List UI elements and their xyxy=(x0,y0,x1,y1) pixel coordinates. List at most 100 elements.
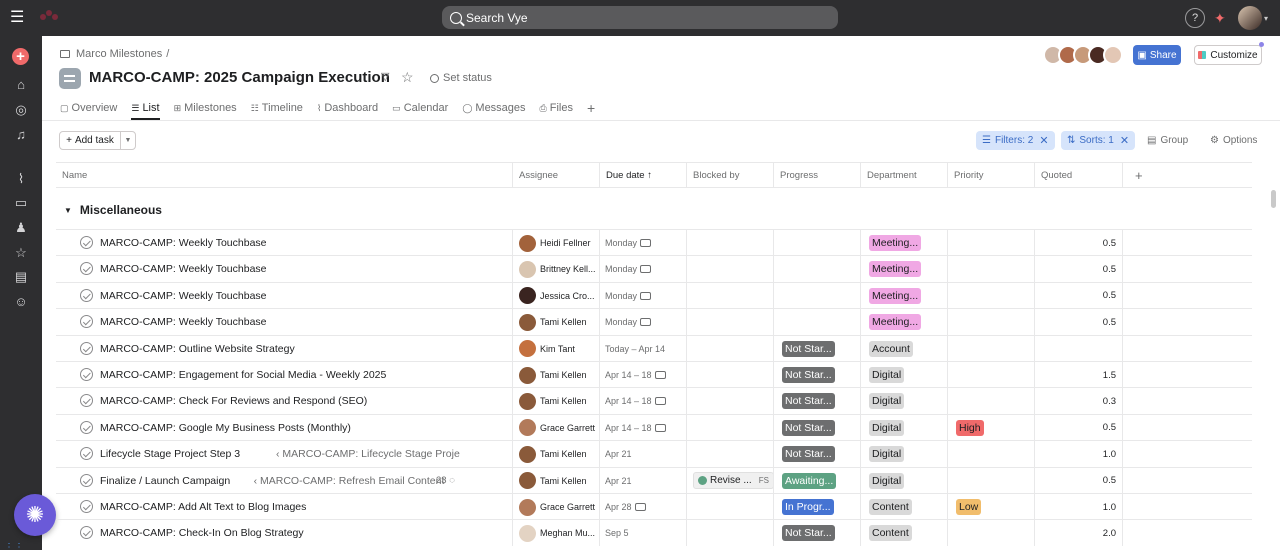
column-due-date[interactable]: Due date ↑ xyxy=(599,163,686,188)
progress-cell[interactable] xyxy=(773,282,860,309)
department-cell[interactable]: Meeting... xyxy=(860,282,947,309)
folder-icon[interactable]: ▭ xyxy=(13,195,29,211)
complete-task-checkbox-icon[interactable] xyxy=(80,341,93,355)
assignee-cell[interactable]: Heidi Fellner xyxy=(512,230,599,256)
priority-cell[interactable] xyxy=(947,388,1034,415)
progress-cell[interactable]: Not Star... xyxy=(773,441,860,468)
department-cell[interactable]: Meeting... xyxy=(860,309,947,336)
tab-calendar[interactable]: ▭ Calendar xyxy=(392,98,448,118)
blocking-task-chip[interactable]: Revise ... FS xyxy=(693,472,773,490)
priority-cell[interactable]: High xyxy=(947,414,1034,441)
tab-overview[interactable]: ▢ Overview xyxy=(60,98,117,118)
reporting-icon[interactable]: ⌇ xyxy=(13,171,29,187)
parent-task-link[interactable]: ‹ MARCO-CAMP: Lifecycle Stage Project St… xyxy=(276,441,460,467)
member-avatar[interactable] xyxy=(1103,45,1123,65)
share-button[interactable]: ▣ Share xyxy=(1133,45,1181,65)
priority-cell[interactable] xyxy=(947,467,1034,494)
close-icon[interactable]: ✕ xyxy=(1120,134,1129,147)
column-assignee[interactable]: Assignee xyxy=(512,163,599,188)
quoted-cell[interactable]: 0.3 xyxy=(1034,388,1122,415)
blocked-by-cell[interactable] xyxy=(686,230,773,256)
hamburger-menu-icon[interactable]: ☰ xyxy=(10,10,26,26)
table-row[interactable]: MARCO-CAMP: Weekly Touchbase Heidi Felln… xyxy=(56,229,1252,256)
quoted-cell[interactable]: 0.5 xyxy=(1034,282,1122,309)
tab-list[interactable]: ☰ List xyxy=(131,98,160,120)
complete-task-checkbox-icon[interactable] xyxy=(80,447,93,461)
task-name[interactable]: MARCO-CAMP: Engagement for Social Media … xyxy=(100,362,386,388)
home-icon[interactable]: ⌂ xyxy=(13,77,29,93)
favorites-star-icon[interactable]: ☆ xyxy=(13,245,29,261)
chevron-down-icon[interactable]: ▼ xyxy=(121,132,135,149)
department-cell[interactable]: Content xyxy=(860,520,947,547)
table-row[interactable]: MARCO-CAMP: Engagement for Social Media … xyxy=(56,361,1252,388)
complete-task-checkbox-icon[interactable] xyxy=(80,236,93,249)
due-date-cell[interactable]: Monday xyxy=(599,230,686,256)
due-date-cell[interactable]: Monday xyxy=(599,256,686,283)
ai-sparkle-icon[interactable]: ✦ xyxy=(1214,10,1230,26)
blocked-by-cell[interactable] xyxy=(686,388,773,415)
priority-cell[interactable]: Low xyxy=(947,494,1034,520)
due-date-cell[interactable]: Apr 28 xyxy=(599,494,686,520)
department-cell[interactable]: Digital xyxy=(860,362,947,388)
assignee-cell[interactable]: Meghan Mu... xyxy=(512,520,599,547)
user-avatar[interactable] xyxy=(1238,6,1262,30)
more-dots-icon[interactable]: ⋮⋮ xyxy=(4,542,24,550)
teams-icon[interactable]: ☺ xyxy=(13,294,29,310)
vertical-scrollbar[interactable] xyxy=(1271,190,1276,208)
project-list-icon[interactable] xyxy=(59,68,81,89)
section-header[interactable]: ▼ Miscellaneous xyxy=(64,203,162,217)
assignee-cell[interactable]: Tami Kellen xyxy=(512,362,599,388)
progress-cell[interactable]: Not Star... xyxy=(773,414,860,441)
task-name[interactable]: MARCO-CAMP: Check-In On Blog Strategy xyxy=(100,520,304,546)
progress-cell[interactable] xyxy=(773,309,860,336)
task-name[interactable]: MARCO-CAMP: Outline Website Strategy xyxy=(100,336,295,362)
assignee-cell[interactable]: Tami Kellen xyxy=(512,309,599,336)
task-name[interactable]: MARCO-CAMP: Weekly Touchbase xyxy=(100,283,267,309)
tab-dashboard[interactable]: ⌇ Dashboard xyxy=(317,98,378,118)
task-name[interactable]: MARCO-CAMP: Weekly Touchbase xyxy=(100,256,267,282)
blocked-by-cell[interactable] xyxy=(686,362,773,388)
create-plus-icon[interactable]: + xyxy=(12,48,29,65)
breadcrumb-portfolio[interactable]: Marco Milestones xyxy=(76,48,162,60)
priority-cell[interactable] xyxy=(947,282,1034,309)
due-date-cell[interactable]: Sep 5 xyxy=(599,520,686,547)
department-cell[interactable]: Digital xyxy=(860,388,947,415)
priority-cell[interactable] xyxy=(947,309,1034,336)
task-name[interactable]: MARCO-CAMP: Check For Reviews and Respon… xyxy=(100,388,367,414)
blocked-by-cell[interactable] xyxy=(686,309,773,336)
blocked-by-cell[interactable] xyxy=(686,494,773,520)
assignee-cell[interactable]: Tami Kellen xyxy=(512,441,599,468)
progress-cell[interactable]: Awaiting... xyxy=(773,467,860,494)
quoted-cell[interactable]: 2.0 xyxy=(1034,520,1122,547)
table-row[interactable]: MARCO-CAMP: Outline Website Strategy Kim… xyxy=(56,334,1252,362)
task-name[interactable]: Lifecycle Stage Project Step 3 xyxy=(100,441,240,467)
goals-icon[interactable]: ♟ xyxy=(13,220,29,236)
progress-cell[interactable]: In Progr... xyxy=(773,494,860,520)
complete-task-checkbox-icon[interactable] xyxy=(80,473,93,487)
blocked-by-cell[interactable] xyxy=(686,335,773,362)
star-icon[interactable]: ☆ xyxy=(401,69,414,86)
table-row[interactable]: MARCO-CAMP: Google My Business Posts (Mo… xyxy=(56,413,1252,441)
progress-cell[interactable]: Not Star... xyxy=(773,362,860,388)
due-date-cell[interactable]: Apr 14 – 18 xyxy=(599,388,686,415)
assignee-cell[interactable]: Grace Garrett xyxy=(512,494,599,520)
progress-cell[interactable]: Not Star... xyxy=(773,520,860,547)
search-bar[interactable]: Search Vye xyxy=(442,6,838,29)
tab-files[interactable]: ⎙ Files xyxy=(540,98,573,118)
comment-count[interactable]: 23 ◌ xyxy=(436,468,455,494)
breadcrumb[interactable]: Marco Milestones / xyxy=(60,48,169,60)
column-blocked-by[interactable]: Blocked by xyxy=(686,163,773,188)
collapse-triangle-icon[interactable]: ▼ xyxy=(64,206,72,215)
add-tab-icon[interactable]: + xyxy=(587,98,595,118)
table-row[interactable]: MARCO-CAMP: Weekly Touchbase Jessica Cro… xyxy=(56,281,1252,309)
assignee-cell[interactable]: Brittney Kell... xyxy=(512,256,599,283)
due-date-cell[interactable]: Apr 14 – 18 xyxy=(599,362,686,388)
blocked-by-cell[interactable]: Revise ... FS xyxy=(686,467,773,494)
complete-task-checkbox-icon[interactable] xyxy=(80,394,93,408)
task-name[interactable]: MARCO-CAMP: Weekly Touchbase xyxy=(100,230,267,256)
complete-task-checkbox-icon[interactable] xyxy=(80,500,93,513)
task-name[interactable]: MARCO-CAMP: Google My Business Posts (Mo… xyxy=(100,415,351,441)
due-date-cell[interactable]: Apr 14 – 18 xyxy=(599,414,686,441)
blocked-by-cell[interactable] xyxy=(686,256,773,283)
column-progress[interactable]: Progress xyxy=(773,163,860,188)
